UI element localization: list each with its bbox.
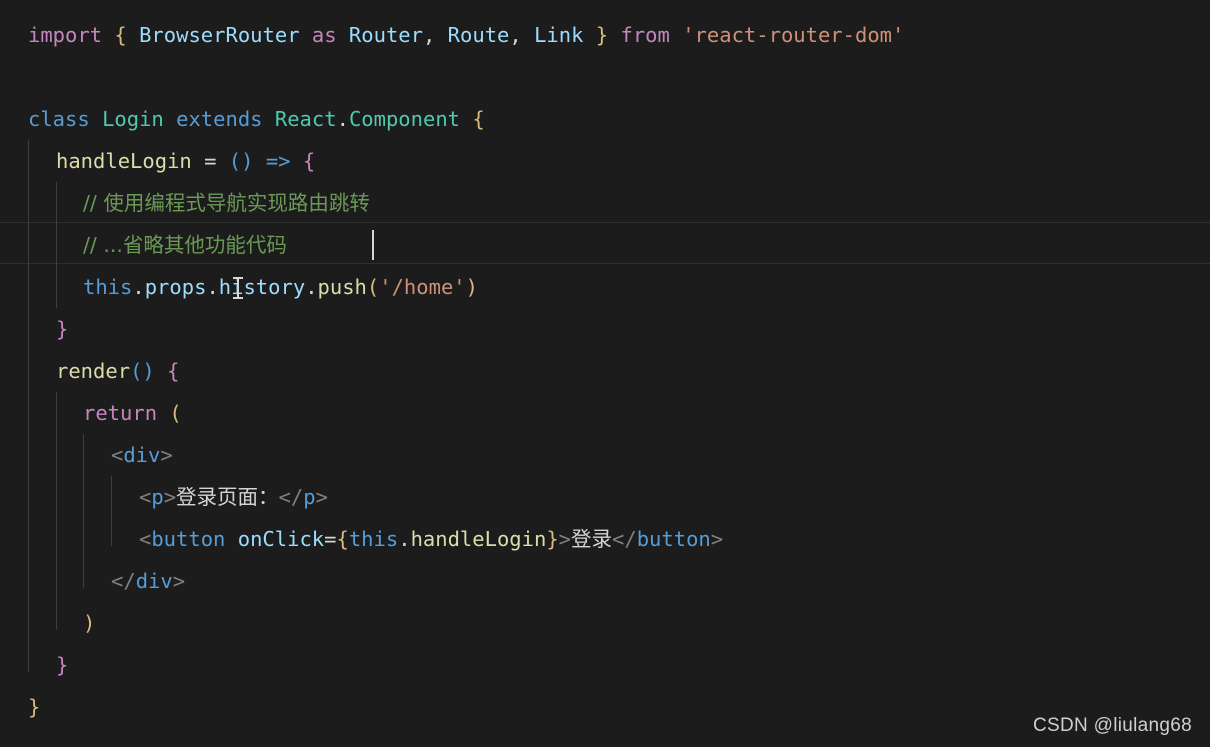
- code-line-1[interactable]: import { BrowserRouter as Router, Route,…: [0, 14, 1210, 56]
- token-comma: ,: [509, 23, 522, 47]
- token-arrow: =>: [265, 149, 291, 173]
- code-line-8[interactable]: }: [0, 308, 1210, 350]
- token-angle-open-slash: </: [612, 527, 637, 551]
- token-props: props: [144, 275, 207, 299]
- token-brace-close: }: [595, 23, 609, 47]
- token-keyword-as: as: [311, 23, 337, 47]
- token-angle-close: >: [172, 569, 186, 593]
- token-equals: =: [324, 527, 337, 551]
- token-keyword-this: this: [83, 275, 133, 299]
- code-line-2[interactable]: [0, 56, 1210, 98]
- code-line-16[interactable]: }: [0, 644, 1210, 686]
- token-brace-open: {: [114, 23, 127, 47]
- token-paren-open: (: [169, 401, 182, 425]
- code-line-3[interactable]: class Login extends React.Component {: [0, 98, 1210, 140]
- code-line-14[interactable]: </div>: [0, 560, 1210, 602]
- token-keyword-class: class: [28, 107, 90, 131]
- token-component: Component: [348, 107, 461, 131]
- token-brace-open: {: [336, 527, 349, 551]
- token-keyword-extends: extends: [176, 107, 263, 131]
- token-brace-close: }: [28, 695, 41, 719]
- token-angle-open-slash: </: [111, 569, 136, 593]
- token-dot: .: [336, 107, 349, 131]
- token-angle-close: >: [163, 485, 177, 509]
- token-react: React: [274, 107, 337, 131]
- token-brace-open: {: [167, 359, 180, 383]
- code-line-11[interactable]: <div>: [0, 434, 1210, 476]
- token-push: push: [317, 275, 367, 299]
- csdn-watermark: CSDN @liulang68: [1033, 715, 1192, 736]
- token-angle-close: >: [710, 527, 724, 551]
- token-route: Route: [447, 23, 510, 47]
- code-line-6[interactable]: // ...省略其他功能代码: [0, 224, 1210, 266]
- token-paren-open: (: [130, 359, 143, 383]
- code-line-13[interactable]: <button onClick={this.handleLogin}>登录</b…: [0, 518, 1210, 560]
- token-keyword-import: import: [28, 23, 103, 47]
- token-tag-div: div: [123, 443, 161, 467]
- token-brace-open: {: [302, 149, 316, 173]
- code-line-17[interactable]: }: [0, 686, 1210, 728]
- token-dot: .: [132, 275, 145, 299]
- code-surface[interactable]: import { BrowserRouter as Router, Route,…: [0, 0, 1210, 747]
- token-keyword-return: return: [83, 401, 158, 425]
- token-brace-close: }: [546, 527, 559, 551]
- token-tag-button: button: [636, 527, 711, 551]
- token-angle-close: >: [160, 443, 173, 467]
- token-router: Router: [348, 23, 423, 47]
- token-render: render: [56, 359, 131, 383]
- token-tag-button: button: [151, 527, 226, 551]
- token-tag-p: p: [303, 485, 316, 509]
- token-comma: ,: [422, 23, 436, 47]
- token-history: history: [218, 275, 306, 299]
- code-editor[interactable]: import { BrowserRouter as Router, Route,…: [0, 0, 1210, 747]
- token-cjk-login: 登录: [571, 527, 613, 551]
- token-string-module: 'react-router-dom': [682, 23, 905, 47]
- token-dot: .: [398, 527, 411, 551]
- token-angle-close: >: [558, 527, 572, 551]
- token-handlelogin: handleLogin: [56, 149, 192, 173]
- code-line-4[interactable]: handleLogin = () => {: [0, 140, 1210, 182]
- token-cjk-login-page: 登录页面：: [176, 485, 279, 509]
- token-paren-close: ): [142, 359, 155, 383]
- token-class-login: Login: [102, 107, 164, 131]
- token-string-home: '/home': [379, 275, 466, 299]
- token-angle-open: <: [139, 485, 152, 509]
- token-dot: .: [206, 275, 219, 299]
- token-keyword-this: this: [348, 527, 399, 551]
- token-angle-open: <: [111, 443, 124, 467]
- token-brace-close: }: [56, 653, 69, 677]
- token-brace-open: {: [472, 107, 485, 131]
- token-angle-close: >: [315, 485, 328, 509]
- token-browserrouter: BrowserRouter: [139, 23, 300, 47]
- code-line-10[interactable]: return (: [0, 392, 1210, 434]
- token-dot: .: [305, 275, 318, 299]
- token-angle-open-slash: </: [278, 485, 304, 509]
- code-line-9[interactable]: render() {: [0, 350, 1210, 392]
- token-tag-p: p: [151, 485, 164, 509]
- code-line-12[interactable]: <p>登录页面：</p>: [0, 476, 1210, 518]
- token-link: Link: [534, 23, 584, 47]
- token-handlelogin: handleLogin: [410, 527, 547, 551]
- token-attr-onclick: onClick: [237, 527, 325, 551]
- token-paren-open: (: [228, 149, 242, 173]
- token-paren-close: ): [465, 275, 478, 299]
- code-line-5[interactable]: // 使用编程式导航实现路由跳转: [0, 182, 1210, 224]
- token-angle-open: <: [139, 527, 152, 551]
- token-brace-close: }: [56, 317, 69, 341]
- token-comment-1: // 使用编程式导航实现路由跳转: [83, 191, 370, 215]
- token-paren-close: ): [241, 149, 254, 173]
- code-line-15[interactable]: ): [0, 602, 1210, 644]
- token-tag-div: div: [135, 569, 173, 593]
- token-equals: =: [204, 149, 217, 173]
- token-keyword-from: from: [620, 23, 670, 47]
- token-paren-open: (: [366, 275, 380, 299]
- code-line-7[interactable]: this.props.history.push('/home'): [0, 266, 1210, 308]
- token-paren-close: ): [83, 611, 96, 635]
- token-comment-2: // ...省略其他功能代码: [83, 233, 287, 257]
